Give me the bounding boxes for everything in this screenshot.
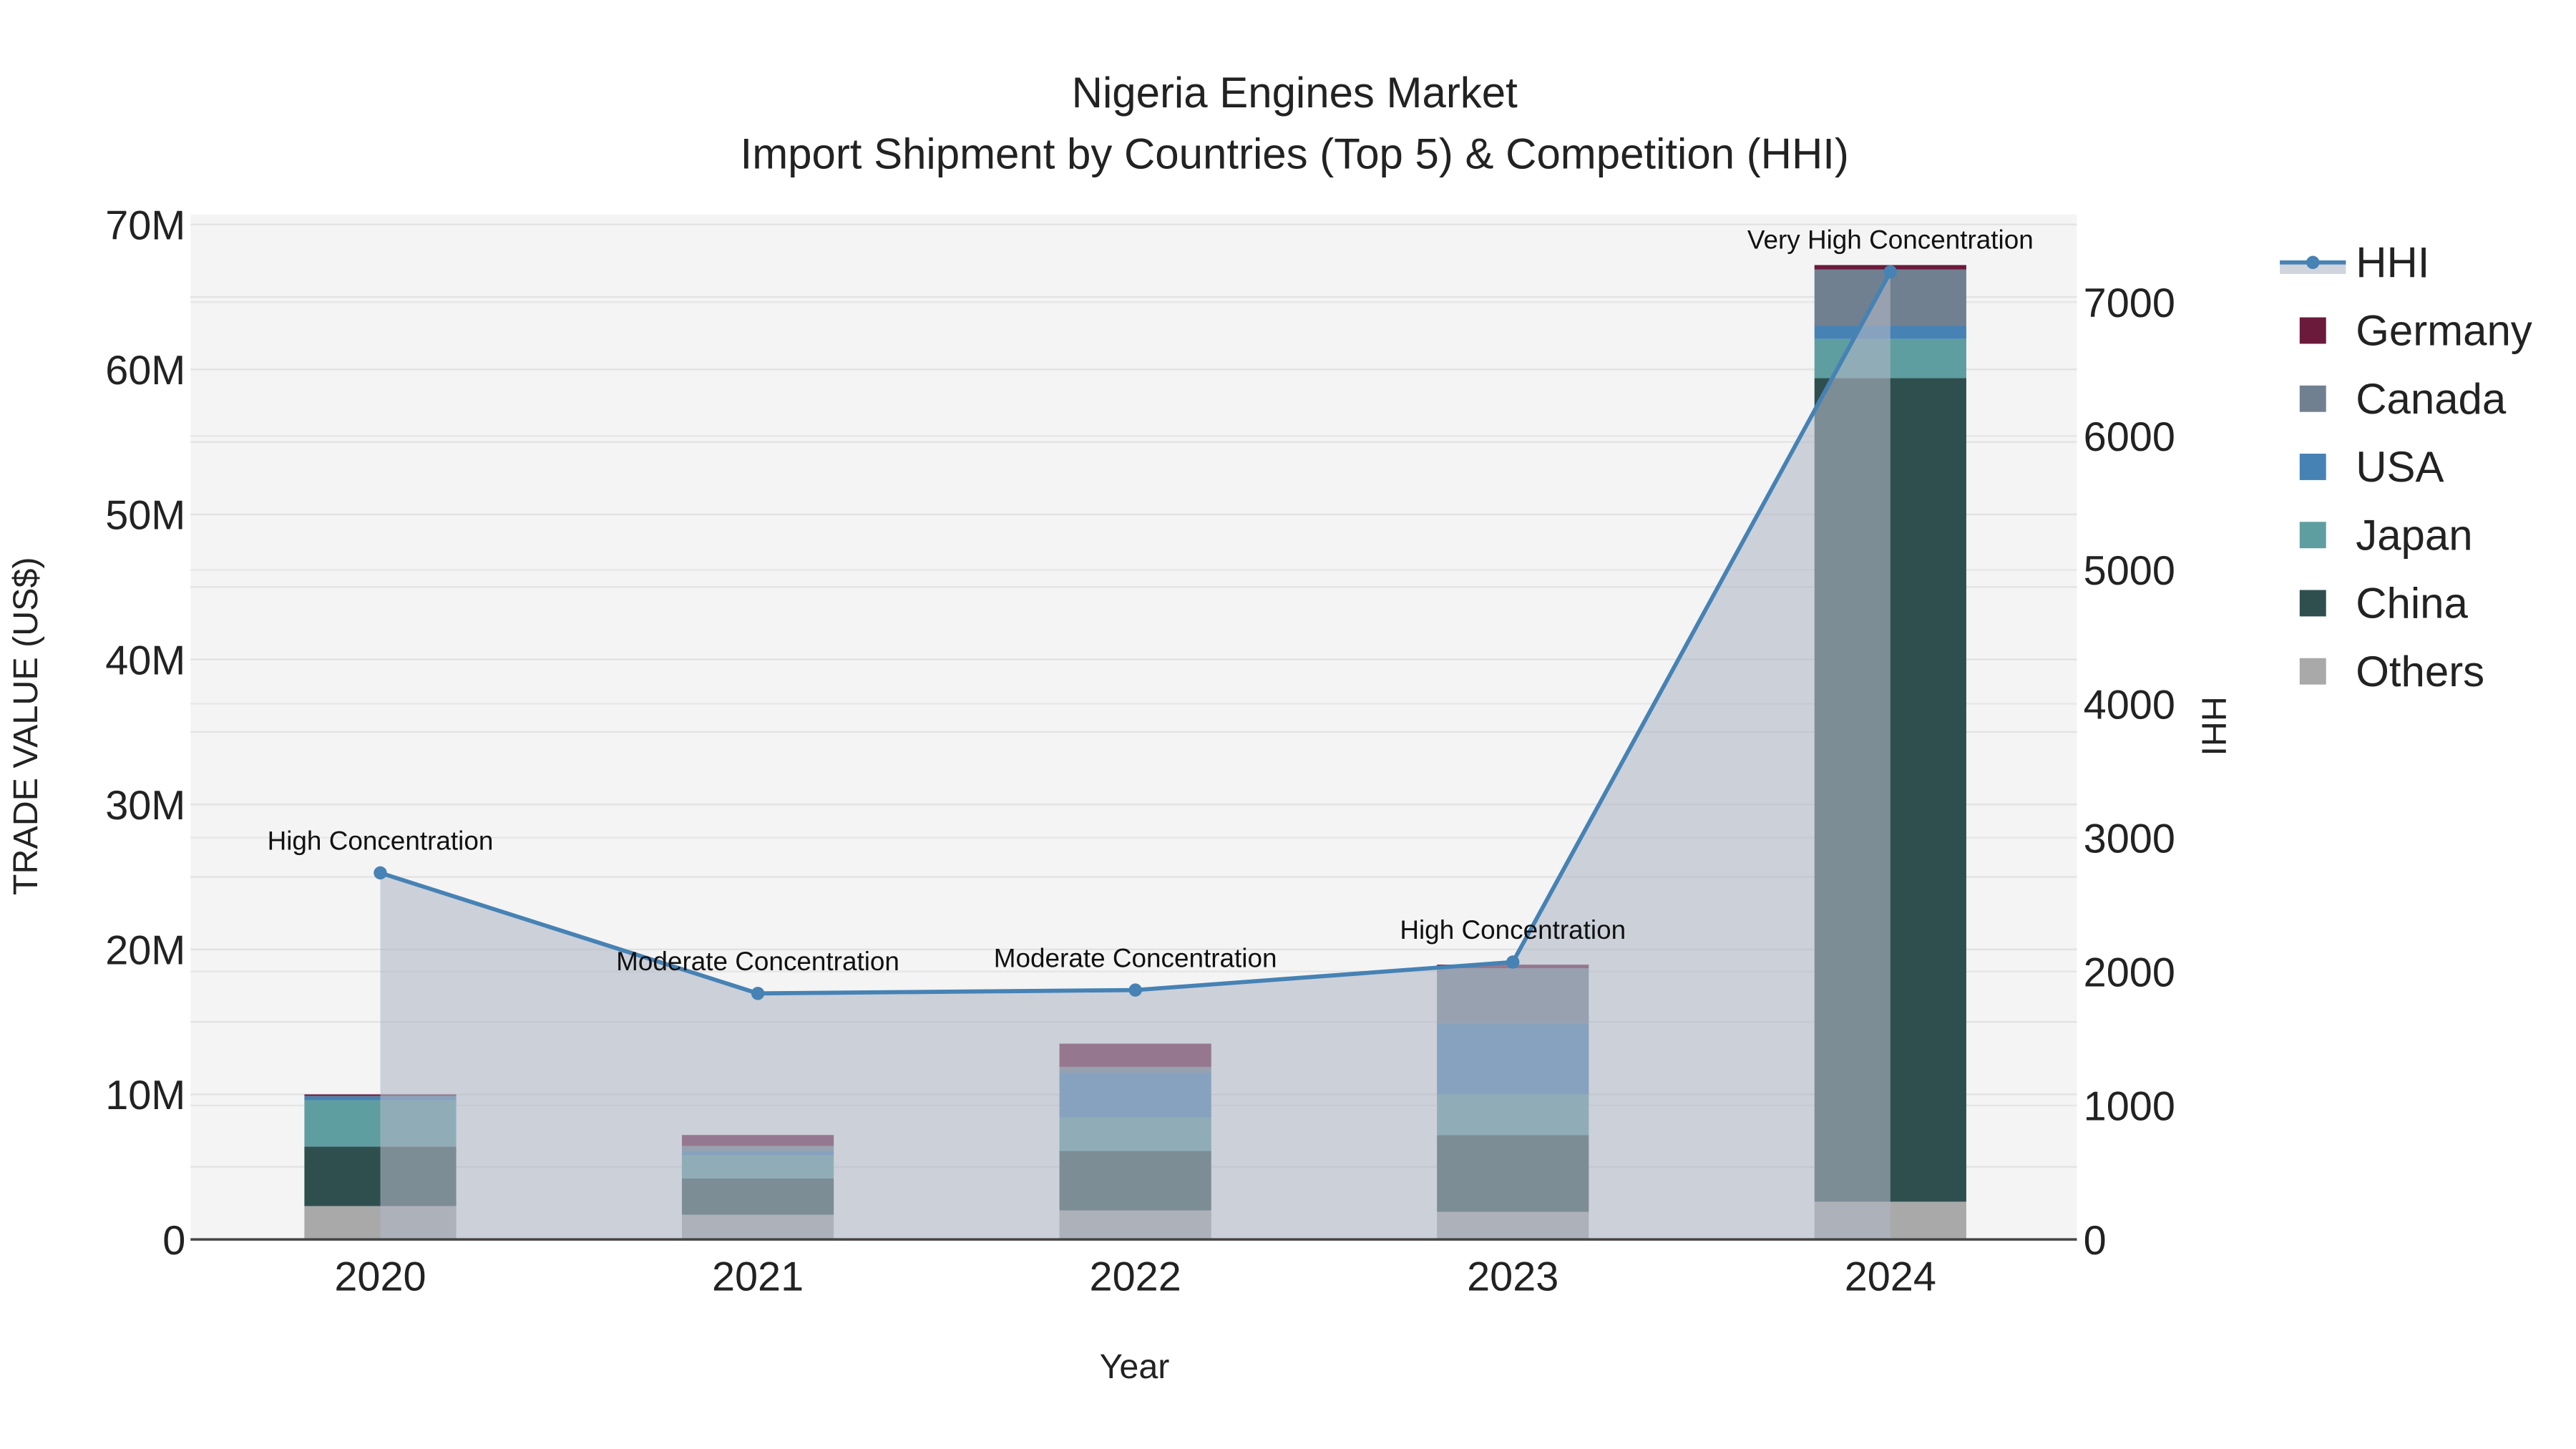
y2-tick-label: 2000 xyxy=(2084,950,2175,996)
legend-label-others: Others xyxy=(2356,648,2484,696)
x-axis-ticks: 2020 2021 2022 2023 2024 xyxy=(334,1254,1936,1300)
y2-tick-label: 0 xyxy=(2084,1218,2107,1264)
legend-label-hhi: HHI xyxy=(2356,238,2429,286)
x-axis-label: Year xyxy=(1100,1347,1170,1386)
hhi-point-2020 xyxy=(374,866,387,880)
legend-swatch-china xyxy=(2299,590,2326,617)
legend-label-japan: Japan xyxy=(2356,511,2472,559)
legend-swatch-hhi-marker xyxy=(2306,255,2320,269)
hhi-annotation: Moderate Concentration xyxy=(616,947,899,976)
y-axis-label: TRADE VALUE (US$) xyxy=(6,557,45,895)
y2-axis-ticks: 0 1000 2000 3000 4000 5000 6000 7000 xyxy=(2084,280,2175,1264)
y2-tick-label: 6000 xyxy=(2084,414,2175,460)
y2-tick-label: 3000 xyxy=(2084,816,2175,862)
x-tick-label: 2022 xyxy=(1090,1254,1181,1300)
x-tick-label: 2020 xyxy=(334,1254,426,1300)
x-tick-label: 2021 xyxy=(712,1254,804,1300)
legend-swatch-japan xyxy=(2299,522,2326,549)
legend-swatch-usa xyxy=(2299,454,2326,480)
y-tick-label: 0 xyxy=(162,1218,185,1264)
legend-swatch-canada xyxy=(2299,385,2326,412)
y2-tick-label: 4000 xyxy=(2084,682,2175,728)
y-tick-label: 60M xyxy=(105,348,185,394)
legend-label-china: China xyxy=(2356,580,2468,628)
hhi-point-2022 xyxy=(1128,983,1142,997)
hhi-point-2023 xyxy=(1506,955,1520,969)
y2-tick-label: 7000 xyxy=(2084,280,2175,326)
legend-label-usa: USA xyxy=(2356,443,2444,491)
legend-label-canada: Canada xyxy=(2356,375,2507,423)
legend-label-germany: Germany xyxy=(2356,307,2532,355)
y-tick-label: 20M xyxy=(105,928,185,974)
hhi-point-2024 xyxy=(1883,265,1898,279)
y-tick-label: 10M xyxy=(105,1073,185,1118)
chart-title: Nigeria Engines Market xyxy=(1072,69,1518,117)
y-tick-label: 40M xyxy=(105,638,185,683)
y2-tick-label: 5000 xyxy=(2084,548,2175,594)
x-tick-label: 2023 xyxy=(1467,1254,1558,1300)
legend-swatch-germany xyxy=(2299,317,2326,344)
chart: 0 10M 20M 30M 40M 50M 60M 70M 0 1000 2000 3000 4000… xyxy=(6,69,2532,1386)
hhi-point-2021 xyxy=(751,987,765,1000)
legend-swatch-others xyxy=(2299,658,2326,685)
hhi-annotation: High Concentration xyxy=(268,826,494,856)
legend: HHI Germany Canada USA Japan China Others xyxy=(2280,238,2532,696)
y-axis-ticks: 0 10M 20M 30M 40M 50M 60M 70M xyxy=(105,203,185,1263)
chart-subtitle: Import Shipment by Countries (Top 5) & C… xyxy=(741,130,1849,177)
hhi-annotation: Very High Concentration xyxy=(1747,225,2034,255)
y2-tick-label: 1000 xyxy=(2084,1084,2175,1130)
y-tick-label: 30M xyxy=(105,783,185,829)
x-tick-label: 2024 xyxy=(1845,1254,1936,1300)
y2-axis-label: HHI xyxy=(2195,696,2233,756)
hhi-annotation: High Concentration xyxy=(1400,915,1626,945)
y-tick-label: 70M xyxy=(105,203,185,248)
y-tick-label: 50M xyxy=(105,493,185,539)
hhi-annotation: Moderate Concentration xyxy=(994,943,1277,972)
